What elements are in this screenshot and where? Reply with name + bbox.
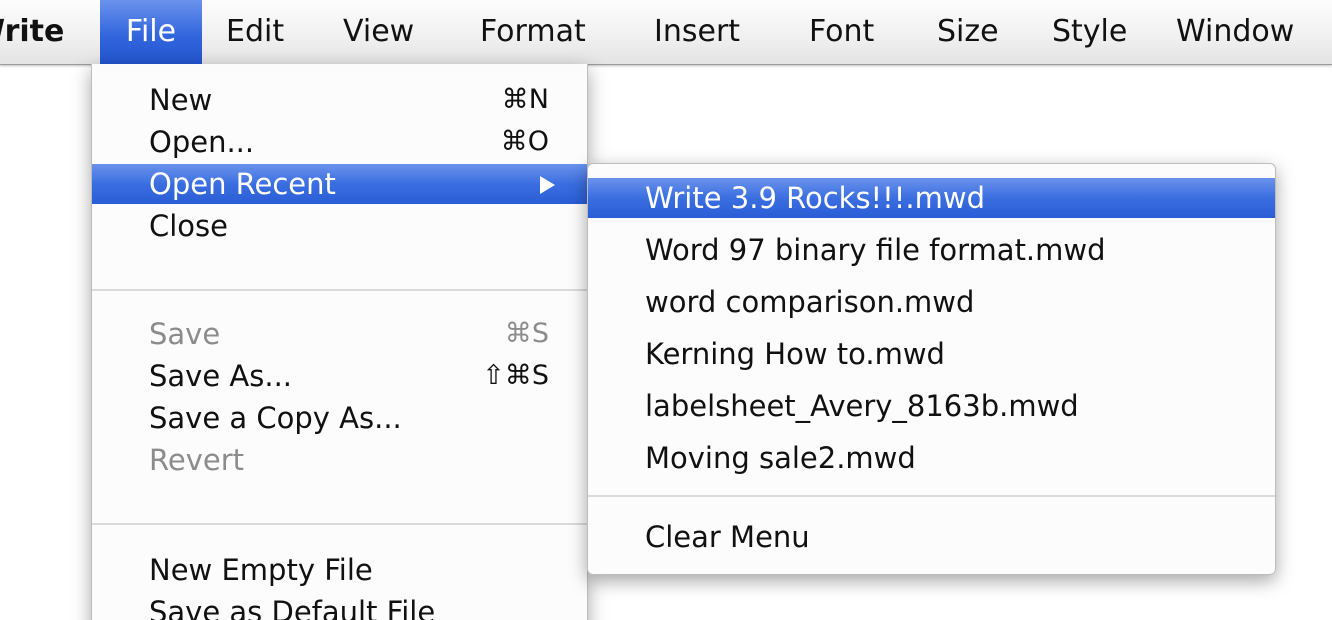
shortcut-label: ⇧⌘S [482,360,549,391]
menu-item-open-recent[interactable]: Open Recent [92,164,587,204]
menu-item-label: Save [149,317,221,351]
menu-item-label: Save As... [149,359,293,393]
recent-file-item[interactable]: Moving sale2.mwd [588,438,1275,478]
menu-item-label: Save a Copy As... [149,401,402,435]
menubar-edit[interactable]: Edit [214,0,296,64]
open-recent-submenu: Write 3.9 Rocks!!!.mwd Word 97 binary fi… [587,163,1276,575]
menubar-format[interactable]: Format [468,0,598,64]
menu-item-label: Close [149,209,228,243]
menu-item-label: Open Recent [149,167,336,201]
shortcut-label: ⌘N [501,84,549,115]
menu-separator [92,289,587,291]
menu-bar: Write File Edit View Format Insert Font … [0,0,1332,65]
recent-file-label: Word 97 binary file format.mwd [645,233,1106,267]
menubar-app-name[interactable]: Write [0,0,76,64]
shortcut-label: ⌘O [500,126,549,157]
recent-file-item[interactable]: Write 3.9 Rocks!!!.mwd [588,178,1275,218]
menubar-view[interactable]: View [331,0,426,64]
menu-item-label: Save as Default File [149,595,436,620]
recent-file-label: Write 3.9 Rocks!!!.mwd [645,181,986,215]
menu-item-revert: Revert [92,440,587,480]
menubar-size[interactable]: Size [925,0,1011,64]
recent-file-item[interactable]: labelsheet_Avery_8163b.mwd [588,386,1275,426]
menu-item-close[interactable]: Close [92,206,587,246]
clear-menu-label: Clear Menu [645,520,810,554]
recent-file-item[interactable]: word comparison.mwd [588,282,1275,322]
menu-item-label: New Empty File [149,553,373,587]
submenu-arrow-icon [540,176,555,194]
recent-file-label: word comparison.mwd [645,285,975,319]
file-menu: New ⌘N Open... ⌘O Open Recent Close Save… [91,64,588,620]
recent-file-label: Moving sale2.mwd [645,441,916,475]
menubar-font[interactable]: Font [797,0,886,64]
menu-item-new-empty-file[interactable]: New Empty File [92,550,587,590]
recent-file-label: labelsheet_Avery_8163b.mwd [645,389,1079,423]
shortcut-label: ⌘S [504,318,549,349]
menubar-style[interactable]: Style [1040,0,1139,64]
menu-item-open[interactable]: Open... ⌘O [92,122,587,162]
menu-separator [92,523,587,525]
recent-file-item[interactable]: Kerning How to.mwd [588,334,1275,374]
menubar-file[interactable]: File [100,0,202,64]
menu-item-save-as-default-file[interactable]: Save as Default File [92,592,587,620]
menu-item-label: Revert [149,443,244,477]
menu-separator [588,495,1275,497]
screen: Write File Edit View Format Insert Font … [0,0,1332,620]
menu-item-save-a-copy-as[interactable]: Save a Copy As... [92,398,587,438]
menu-item-label: Open... [149,125,255,159]
menubar-window[interactable]: Window [1164,0,1306,64]
menu-item-save-as[interactable]: Save As... ⇧⌘S [92,356,587,396]
menu-item-save: Save ⌘S [92,314,587,354]
menu-item-new[interactable]: New ⌘N [92,80,587,120]
menu-item-label: New [149,83,213,117]
menubar-insert[interactable]: Insert [642,0,752,64]
recent-file-item[interactable]: Word 97 binary file format.mwd [588,230,1275,270]
clear-menu-item[interactable]: Clear Menu [588,517,1275,557]
recent-file-label: Kerning How to.mwd [645,337,945,371]
